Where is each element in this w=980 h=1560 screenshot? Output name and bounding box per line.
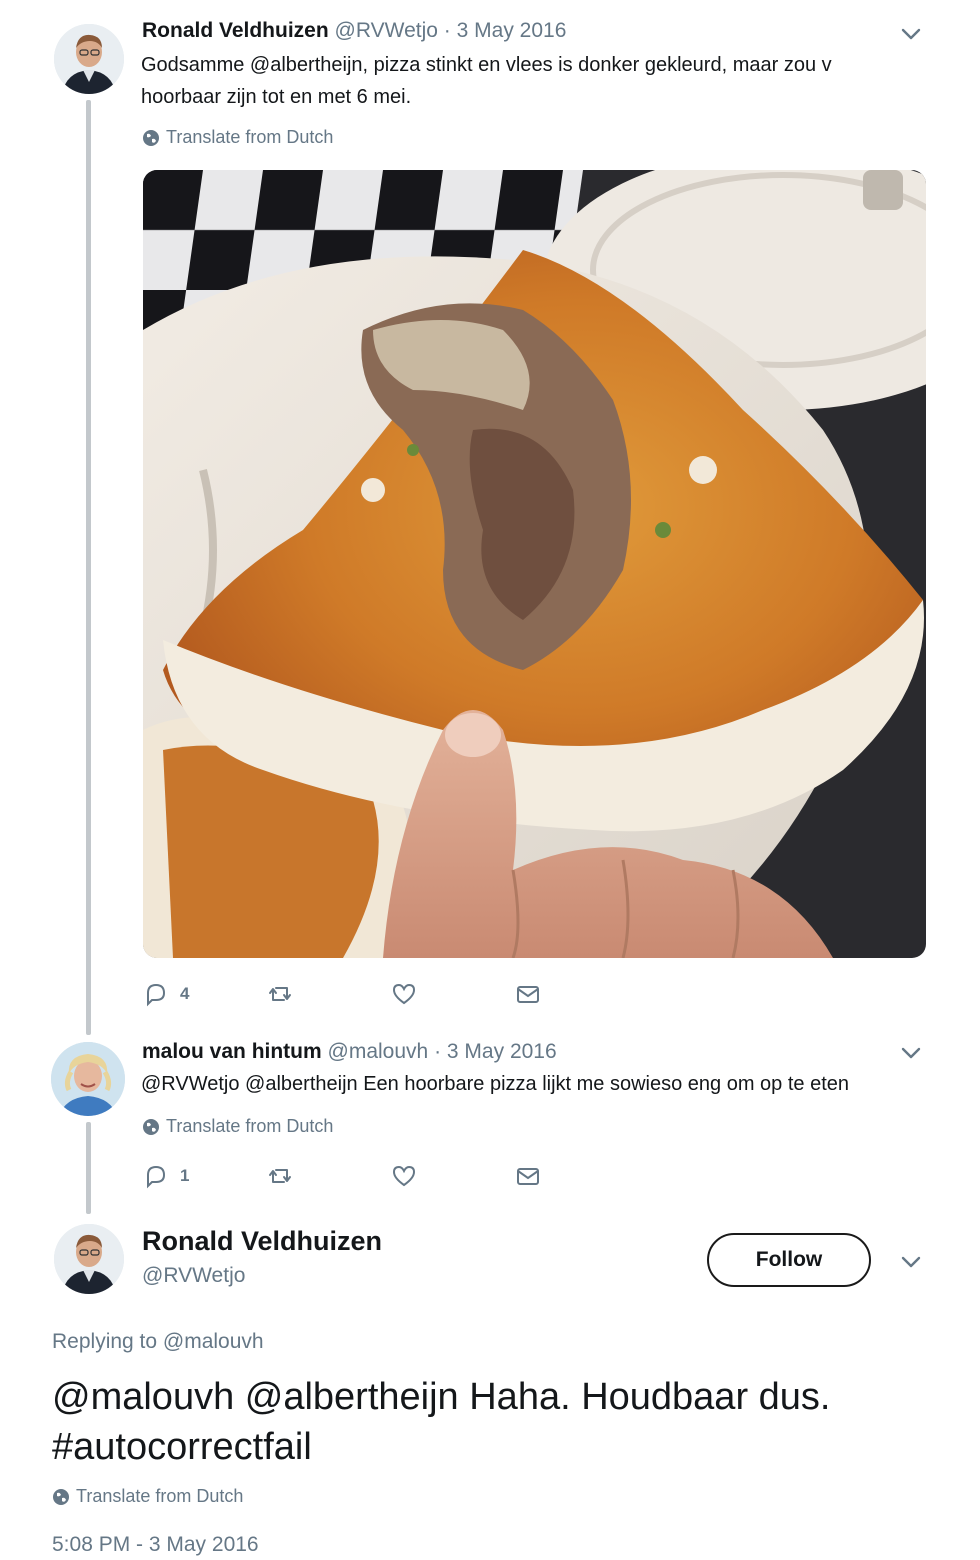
dm-action[interactable] — [514, 1162, 638, 1190]
replying-handle[interactable]: @malouvh — [163, 1330, 264, 1353]
dm-icon — [517, 986, 539, 1003]
chevron-down-icon[interactable] — [898, 1252, 924, 1272]
tweet-actions: 4 — [142, 980, 638, 1008]
translate-link[interactable]: Translate from Dutch — [52, 1486, 243, 1507]
translate-label: Translate from Dutch — [166, 127, 334, 147]
chevron-down-icon[interactable] — [898, 24, 924, 44]
chevron-down-icon[interactable] — [898, 1043, 924, 1063]
avatar[interactable] — [51, 1042, 125, 1116]
author-handle[interactable]: @malouvh — [328, 1040, 429, 1063]
tweet-header: Ronald Veldhuizen @RVWetjo · 3 May 2016 — [142, 17, 566, 45]
dm-action[interactable] — [514, 980, 638, 1008]
tweet-text: Godsamme @albertheijn, pizza stinkt en v… — [141, 49, 941, 113]
translate-link[interactable]: Translate from Dutch — [142, 127, 333, 148]
retweet-icon — [269, 1169, 291, 1183]
replying-prefix: Replying to — [52, 1330, 158, 1353]
reply-count: 4 — [180, 984, 190, 1003]
reply-action[interactable]: 1 — [142, 1162, 266, 1190]
globe-icon — [53, 1488, 69, 1505]
retweet-action[interactable] — [266, 980, 390, 1008]
translate-link[interactable]: Translate from Dutch — [142, 1116, 333, 1137]
retweet-action[interactable] — [266, 1162, 390, 1190]
tweet-text-line: Godsamme @albertheijn, pizza stinkt en v… — [141, 54, 832, 76]
tweet-header: malou van hintum @malouvh · 3 May 2016 — [142, 1038, 557, 1066]
tweet-photo[interactable] — [143, 170, 926, 958]
tweet-date[interactable]: 3 May 2016 — [457, 19, 567, 42]
globe-icon — [143, 1118, 159, 1135]
tweet-date[interactable]: 3 May 2016 — [447, 1040, 557, 1063]
tweet-actions: 1 — [142, 1162, 638, 1190]
like-icon — [392, 1165, 416, 1187]
dm-icon — [517, 1168, 539, 1185]
translate-label: Translate from Dutch — [166, 1116, 334, 1136]
thread-line — [86, 1122, 91, 1214]
tweet-timestamp[interactable]: 5:08 PM - 3 May 2016 — [52, 1533, 259, 1557]
author-handle[interactable]: @RVWetjo — [335, 19, 438, 42]
separator: · — [443, 19, 451, 42]
like-action[interactable] — [390, 1162, 514, 1190]
tweet-text-line: @malouvh @albertheijn Haha. Houdbaar dus… — [52, 1376, 831, 1418]
author-handle[interactable]: @RVWetjo — [142, 1264, 245, 1288]
avatar[interactable] — [54, 24, 124, 94]
author-name[interactable]: malou van hintum — [142, 1040, 322, 1063]
separator: · — [434, 1040, 442, 1063]
tweet-text: @malouvh @albertheijn Haha. Houdbaar dus… — [52, 1372, 952, 1472]
author-name[interactable]: Ronald Veldhuizen — [142, 19, 329, 42]
globe-icon — [143, 129, 159, 146]
retweet-icon — [269, 987, 291, 1001]
follow-button[interactable]: Follow — [707, 1233, 871, 1287]
reply-icon — [147, 1165, 166, 1189]
translate-label: Translate from Dutch — [76, 1486, 244, 1506]
tweet-text-line[interactable]: #autocorrectfail — [52, 1422, 952, 1472]
thread-line — [86, 100, 91, 1035]
avatar[interactable] — [54, 1224, 124, 1294]
reply-count: 1 — [180, 1166, 190, 1185]
reply-icon — [147, 983, 166, 1007]
tweet-text-line: hoorbaar zijn tot en met 6 mei. — [141, 86, 412, 108]
like-icon — [392, 983, 416, 1005]
author-name[interactable]: Ronald Veldhuizen — [142, 1226, 382, 1257]
like-action[interactable] — [390, 980, 514, 1008]
reply-action[interactable]: 4 — [142, 980, 266, 1008]
tweet-text: @RVWetjo @albertheijn Een hoorbare pizza… — [141, 1073, 850, 1095]
replying-to: Replying to @malouvh — [52, 1330, 264, 1354]
